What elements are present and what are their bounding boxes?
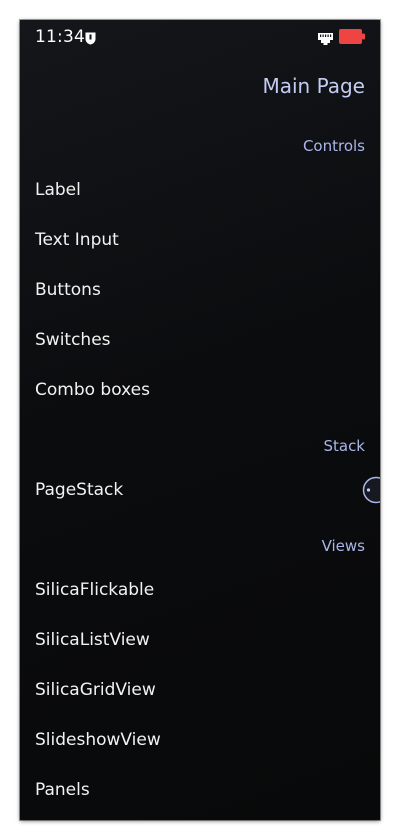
ethernet-icon (318, 30, 333, 45)
list-item-silicaflickable[interactable]: SilicaFlickable (20, 567, 380, 617)
list-item-text: Buttons (35, 280, 101, 300)
list-item-text: PageStack (35, 480, 124, 500)
battery-icon (339, 29, 365, 44)
page-title: Main Page (262, 74, 365, 98)
list-item-text-input[interactable]: Text Input (20, 217, 380, 267)
section-header-controls: Controls (302, 137, 365, 155)
list-item-label[interactable]: Label (20, 167, 380, 217)
section-header-views: Views (321, 537, 365, 555)
list-item-text: Combo boxes (35, 380, 150, 400)
phone-screen: 11:34 Main Page Controls Label Text Inpu… (20, 20, 380, 820)
status-time: 11:34 (35, 27, 85, 47)
list-item-silicalistview[interactable]: SilicaListView (20, 617, 380, 667)
list-item-text: Panels (35, 780, 90, 800)
list-item-combo-boxes[interactable]: Combo boxes (20, 367, 380, 417)
section-header-stack: Stack (323, 437, 365, 455)
list-item-switches[interactable]: Switches (20, 317, 380, 367)
list-item-text: Switches (35, 330, 111, 350)
list-item-text: SilicaListView (35, 630, 150, 650)
shield-icon (85, 30, 96, 45)
list-item-silicagridview[interactable]: SilicaGridView (20, 667, 380, 717)
status-bar: 11:34 (20, 20, 380, 56)
list-item-text: SilicaGridView (35, 680, 156, 700)
page-indicator-icon[interactable] (362, 476, 380, 504)
list-item-buttons[interactable]: Buttons (20, 267, 380, 317)
list-item-text: SlideshowView (35, 730, 161, 750)
list-item-text: Text Input (35, 230, 119, 250)
list-item-pagestack[interactable]: PageStack (20, 467, 380, 517)
list-item-text: Label (35, 180, 81, 200)
list-item-panels[interactable]: Panels (20, 767, 380, 817)
list-item-text: SilicaFlickable (35, 580, 155, 600)
list-item-slideshowview[interactable]: SlideshowView (20, 717, 380, 767)
